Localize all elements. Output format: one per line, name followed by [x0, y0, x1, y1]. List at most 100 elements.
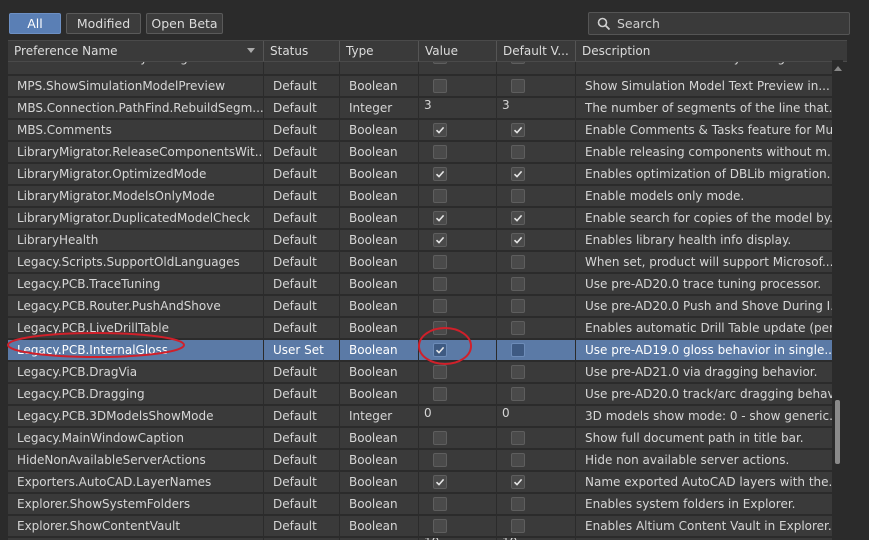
value-checkbox[interactable]	[433, 431, 447, 445]
value-checkbox[interactable]	[433, 145, 447, 159]
table-row[interactable]: LibraryHealth Default Boolean Enables libra…	[8, 230, 834, 252]
cell-value[interactable]	[419, 450, 496, 471]
value-checkbox[interactable]	[433, 365, 447, 379]
cell-status: Default	[264, 516, 339, 537]
header-type[interactable]: Type	[340, 41, 419, 61]
table-row[interactable]: Legacy.PCB.LiveDrillTable Default Boolean E…	[8, 318, 834, 340]
table-row[interactable]: HideNonAvailableServerActions Default Bool…	[8, 450, 834, 472]
cell-default	[497, 384, 575, 405]
cell-value[interactable]	[419, 516, 496, 537]
value-checkbox[interactable]	[433, 343, 447, 357]
value-checkbox[interactable]	[433, 189, 447, 203]
filter-all-button[interactable]: All	[9, 13, 61, 34]
cell-value[interactable]	[419, 230, 496, 251]
table-row[interactable]: LibraryMigrator.OptimizedMode Default Bool…	[8, 164, 834, 186]
cell-type: Boolean	[340, 384, 418, 405]
checkmark-icon	[435, 214, 445, 222]
cell-default	[497, 450, 575, 471]
cell-value[interactable]	[419, 296, 496, 317]
value-checkbox[interactable]	[433, 233, 447, 247]
cell-value[interactable]	[419, 120, 496, 141]
cell-value[interactable]	[419, 208, 496, 229]
column-header: Preference Name Status Type Value Defaul…	[8, 40, 847, 62]
checkmark-icon	[513, 478, 523, 486]
vertical-scrollbar[interactable]	[832, 60, 843, 540]
table-row[interactable]: LibraryMigrator.ReleaseComponentsWit... D…	[8, 142, 834, 164]
default-checkbox	[511, 123, 525, 137]
scrollbar-thumb[interactable]	[835, 400, 840, 464]
cell-name: LibraryMigrator.OptimizedMode	[8, 164, 263, 185]
cell-value[interactable]	[419, 252, 496, 273]
cell-value[interactable]	[419, 274, 496, 295]
cell-type: Boolean	[340, 296, 418, 317]
search-input[interactable]: Search	[588, 12, 850, 35]
cell-status: Default	[264, 274, 339, 295]
cell-description: Enable Comments & Tasks feature for Mu..…	[576, 120, 834, 141]
scroll-up-icon[interactable]	[834, 66, 842, 71]
cell-description: Enables system folders in Explorer.	[576, 494, 834, 515]
cell-value[interactable]	[419, 384, 496, 405]
table-row[interactable]: Explorer.ShowContentVault Default Boolean E…	[8, 516, 834, 538]
cell-value[interactable]	[419, 76, 496, 97]
cell-status: Default	[264, 142, 339, 163]
filter-open-beta-button[interactable]: Open Beta	[146, 13, 223, 34]
value-checkbox[interactable]	[433, 123, 447, 137]
cell-value[interactable]	[419, 494, 496, 515]
header-preference-name[interactable]: Preference Name	[8, 41, 264, 61]
table-row[interactable]: Legacy.PCB.Dragging Default Boolean Use pre…	[8, 384, 834, 406]
value-checkbox[interactable]	[433, 255, 447, 269]
header-value[interactable]: Value	[419, 41, 497, 61]
value-checkbox[interactable]	[433, 79, 447, 93]
cell-type: Boolean	[340, 472, 418, 493]
table-row[interactable]: MBS.Comments Default Boolean Enable Comment…	[8, 120, 834, 142]
cell-value[interactable]: 0	[419, 406, 496, 427]
table-row[interactable]: Legacy.PCB.TraceTuning Default Boolean Use …	[8, 274, 834, 296]
search-icon	[597, 17, 611, 31]
value-checkbox[interactable]	[433, 387, 447, 401]
table-row[interactable]: LibraryMigrator.ModelsOnlyMode Default Boo…	[8, 186, 834, 208]
cell-value[interactable]	[419, 164, 496, 185]
table-row[interactable]: Legacy.MainWindowCaption Default Boolean Sh…	[8, 428, 834, 450]
table-row[interactable]: Legacy.PCB.InternalGloss User Set Boolean U…	[8, 340, 834, 362]
cell-value[interactable]	[419, 362, 496, 383]
cell-description: Show full document path in title bar.	[576, 428, 834, 449]
cell-value[interactable]	[419, 186, 496, 207]
value-checkbox[interactable]	[433, 453, 447, 467]
header-status[interactable]: Status	[264, 41, 340, 61]
value-checkbox[interactable]	[433, 475, 447, 489]
header-description[interactable]: Description	[576, 41, 847, 61]
cell-value[interactable]	[419, 142, 496, 163]
cell-type: Boolean	[340, 516, 418, 537]
cell-status: Default	[264, 296, 339, 317]
table-row[interactable]: Legacy.PCB.DragVia Default Boolean Use pre-…	[8, 362, 834, 384]
table-row[interactable]: LibraryMigrator.DuplicatedModelCheck Defa…	[8, 208, 834, 230]
table-row[interactable]: Legacy.PCB.Router.PushAndShove Default Boo…	[8, 296, 834, 318]
cell-value[interactable]	[419, 472, 496, 493]
table-row[interactable]: MBS.Connection.PathFind.RebuildSegm... De…	[8, 98, 834, 120]
value-checkbox[interactable]	[433, 321, 447, 335]
value-checkbox[interactable]	[433, 299, 447, 313]
filter-modified-button[interactable]: Modified	[66, 13, 141, 34]
value-checkbox[interactable]	[433, 497, 447, 511]
table-row[interactable]: MPS.ShowSimulationModelPreview Default Boo…	[8, 76, 834, 98]
table-row[interactable]: Legacy.Scripts.SupportOldLanguages Defaul…	[8, 252, 834, 274]
table-row[interactable]: Legacy.PCB.3DModelsShowMode Default Intege…	[8, 406, 834, 428]
cell-value[interactable]: 3	[419, 98, 496, 119]
header-default-value[interactable]: Default V...	[497, 41, 576, 61]
cell-name: LibraryHealth	[8, 230, 263, 251]
value-checkbox[interactable]	[433, 519, 447, 533]
value-checkbox[interactable]	[433, 277, 447, 291]
cell-name: LibraryMigrator.ReleaseComponentsWit...	[8, 142, 263, 163]
cell-value[interactable]	[419, 318, 496, 339]
cell-default	[497, 362, 575, 383]
table-row[interactable]: Exporters.AutoCAD.LayerNames Default Boole…	[8, 472, 834, 494]
cell-value[interactable]	[419, 428, 496, 449]
table-row[interactable]: Explorer.ShowSystemFolders Default Boolean…	[8, 494, 834, 516]
cell-type: Boolean	[340, 428, 418, 449]
cell-value[interactable]	[419, 340, 496, 361]
value-checkbox[interactable]	[433, 211, 447, 225]
cell-status: Default	[264, 406, 339, 427]
value-checkbox[interactable]	[433, 167, 447, 181]
default-checkbox	[511, 475, 525, 489]
cell-status: Default	[264, 428, 339, 449]
